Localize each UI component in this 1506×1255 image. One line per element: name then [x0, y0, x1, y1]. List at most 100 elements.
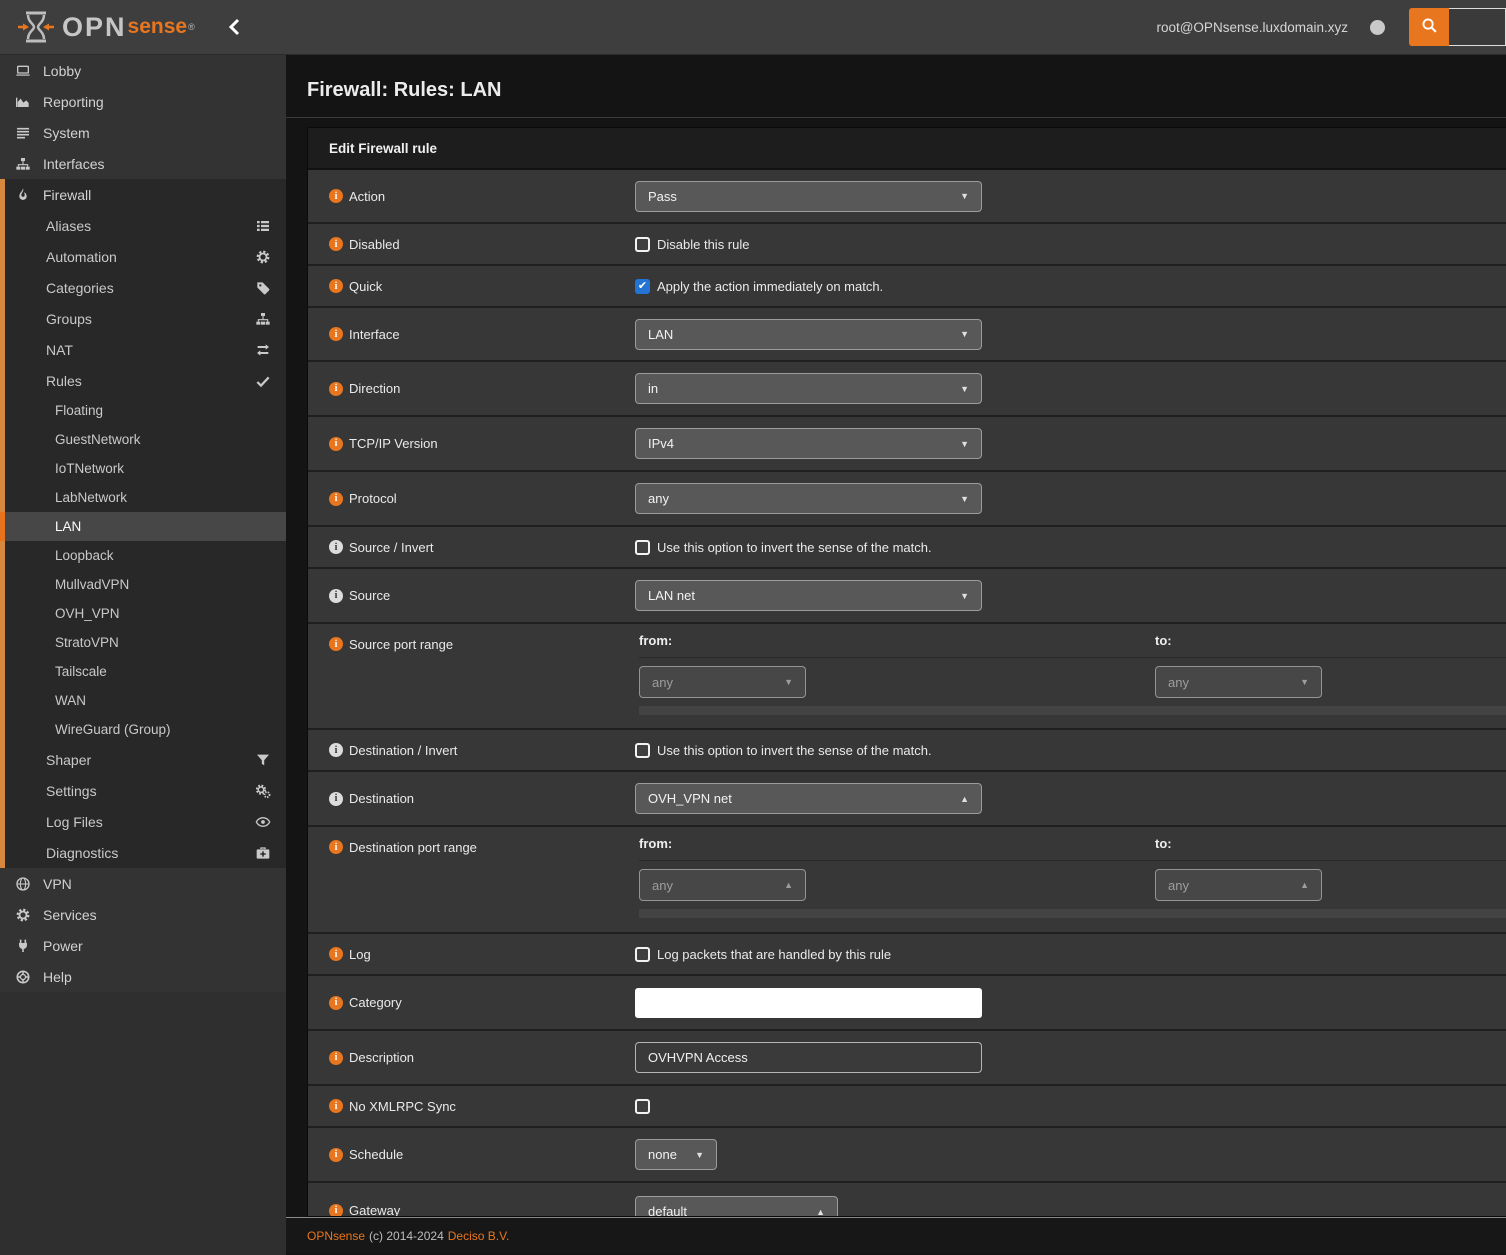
sidebar-item-categories[interactable]: Categories: [0, 272, 286, 303]
description-input[interactable]: [635, 1042, 982, 1073]
sidebar-item-aliases[interactable]: Aliases: [0, 210, 286, 241]
destination-port-from-select[interactable]: any: [639, 869, 806, 901]
sidebar-item-shaper[interactable]: Shaper: [0, 744, 286, 775]
footer-opnsense-link[interactable]: OPNsense: [307, 1229, 365, 1243]
info-icon[interactable]: [329, 1051, 343, 1065]
destination-select[interactable]: OVH_VPN net: [635, 783, 982, 814]
sidebar-item-nat[interactable]: NAT: [0, 334, 286, 365]
disabled-checkbox[interactable]: [635, 237, 650, 252]
info-icon[interactable]: [329, 279, 343, 293]
info-icon[interactable]: [329, 637, 343, 651]
source-port-from-select[interactable]: any: [639, 666, 806, 698]
info-icon[interactable]: [329, 947, 343, 961]
log-checkbox[interactable]: [635, 947, 650, 962]
row-source-port-range: Source port range from: to: any any: [308, 624, 1506, 730]
info-icon[interactable]: [329, 996, 343, 1010]
info-icon[interactable]: [329, 589, 343, 603]
info-icon[interactable]: [329, 1148, 343, 1162]
field-label: Source port range: [349, 637, 453, 652]
interface-select[interactable]: LAN: [635, 319, 982, 350]
sidebar-item-ovh-vpn[interactable]: OVH_VPN: [0, 599, 286, 628]
source-invert-checkbox[interactable]: [635, 540, 650, 555]
sidebar-item-labnetwork[interactable]: LabNetwork: [0, 483, 286, 512]
sidebar-item-reporting[interactable]: Reporting: [0, 86, 286, 117]
logged-in-user: root@OPNsense.luxdomain.xyz: [1156, 20, 1348, 35]
field-label: Category: [349, 995, 402, 1010]
panel-header: Edit Firewall rule: [308, 128, 1506, 170]
sidebar-item-diagnostics[interactable]: Diagnostics: [0, 837, 286, 868]
navbar-right: root@OPNsense.luxdomain.xyz: [1156, 8, 1506, 46]
sidebar-item-iotnetwork[interactable]: IoTNetwork: [0, 454, 286, 483]
info-icon[interactable]: [329, 1099, 343, 1113]
destination-port-to-select[interactable]: any: [1155, 869, 1322, 901]
info-icon[interactable]: [329, 327, 343, 341]
sidebar-item-lan[interactable]: LAN: [0, 512, 286, 541]
info-icon[interactable]: [329, 840, 343, 854]
source-port-to-select[interactable]: any: [1155, 666, 1322, 698]
sidebar-item-wireguard-group[interactable]: WireGuard (Group): [0, 715, 286, 744]
sidebar-item-label: Firewall: [43, 187, 91, 203]
footer-deciso-link[interactable]: Deciso B.V.: [448, 1229, 510, 1243]
sidebar-item-interfaces[interactable]: Interfaces: [0, 148, 286, 179]
field-label: Gateway: [349, 1203, 400, 1217]
info-icon[interactable]: [329, 382, 343, 396]
destination-invert-checkbox[interactable]: [635, 743, 650, 758]
search-input[interactable]: [1449, 8, 1506, 46]
sidebar-group-firewall: Firewall AliasesAutomationCategoriesGrou…: [0, 179, 286, 868]
status-dot[interactable]: [1370, 20, 1385, 35]
opnsense-logo[interactable]: OPNsense®: [16, 7, 195, 47]
sidebar-item-settings[interactable]: Settings: [0, 775, 286, 806]
globe-icon: [13, 876, 33, 892]
sidebar-item-wan[interactable]: WAN: [0, 686, 286, 715]
info-icon[interactable]: [329, 540, 343, 554]
sidebar-item-loopback[interactable]: Loopback: [0, 541, 286, 570]
quick-checkbox[interactable]: [635, 279, 650, 294]
row-category: Category: [308, 976, 1506, 1031]
eye-icon: [253, 814, 273, 830]
field-label: Log: [349, 947, 371, 962]
direction-select[interactable]: in: [635, 373, 982, 404]
info-icon[interactable]: [329, 743, 343, 757]
sidebar-item-system[interactable]: System: [0, 117, 286, 148]
info-icon[interactable]: [329, 437, 343, 451]
sidebar-item-rules[interactable]: Rules: [0, 365, 286, 396]
sidebar-item-firewall[interactable]: Firewall: [0, 179, 286, 210]
sidebar-item-mullvadvpn[interactable]: MullvadVPN: [0, 570, 286, 599]
info-icon[interactable]: [329, 189, 343, 203]
no-xmlrpc-sync-checkbox[interactable]: [635, 1099, 650, 1114]
field-label: Direction: [349, 381, 400, 396]
sidebar-item-guestnetwork[interactable]: GuestNetwork: [0, 425, 286, 454]
gateway-select[interactable]: default: [635, 1196, 838, 1217]
source-select[interactable]: LAN net: [635, 580, 982, 611]
sidebar-item-power[interactable]: Power: [0, 930, 286, 961]
row-direction: Direction in: [308, 362, 1506, 417]
sidebar-item-lobby[interactable]: Lobby: [0, 55, 286, 86]
sidebar-item-floating[interactable]: Floating: [0, 396, 286, 425]
sidebar-item-log-files[interactable]: Log Files: [0, 806, 286, 837]
row-protocol: Protocol any: [308, 472, 1506, 527]
category-input[interactable]: [635, 988, 982, 1018]
info-icon[interactable]: [329, 792, 343, 806]
sidebar-item-automation[interactable]: Automation: [0, 241, 286, 272]
schedule-select[interactable]: none: [635, 1139, 717, 1170]
sidebar-item-help[interactable]: Help: [0, 961, 286, 992]
plug-icon: [13, 938, 33, 954]
sidebar-item-stratovpn[interactable]: StratoVPN: [0, 628, 286, 657]
from-label: from:: [639, 633, 672, 648]
sidebar-item-label: VPN: [43, 876, 72, 892]
sidebar-item-services[interactable]: Services: [0, 899, 286, 930]
sidebar-item-vpn[interactable]: VPN: [0, 868, 286, 899]
sidebar-item-groups[interactable]: Groups: [0, 303, 286, 334]
sidebar-item-tailscale[interactable]: Tailscale: [0, 657, 286, 686]
info-icon[interactable]: [329, 1204, 343, 1218]
info-icon[interactable]: [329, 492, 343, 506]
action-select[interactable]: Pass: [635, 181, 982, 212]
protocol-select[interactable]: any: [635, 483, 982, 514]
info-icon[interactable]: [329, 237, 343, 251]
sidebar-collapse-icon[interactable]: [227, 18, 241, 36]
sidebar-item-label: Power: [43, 938, 83, 954]
tcpip-version-select[interactable]: IPv4: [635, 428, 982, 459]
search-button[interactable]: [1409, 8, 1449, 46]
row-interface: Interface LAN: [308, 308, 1506, 362]
sidebar-item-label: StratoVPN: [55, 635, 119, 650]
